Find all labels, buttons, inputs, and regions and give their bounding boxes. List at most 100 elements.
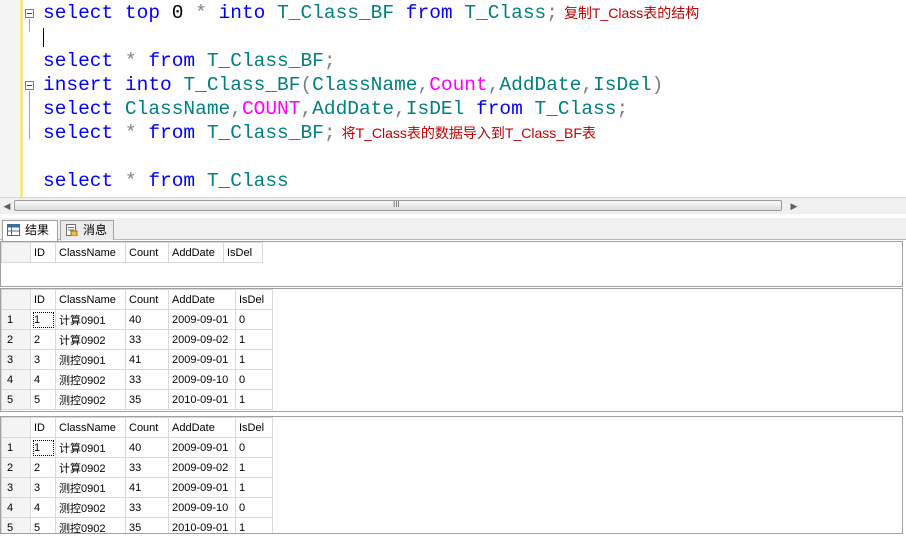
table-row[interactable]: 4 4 测控0902 33 2009-09-10 0	[1, 369, 273, 390]
table-cell[interactable]: 1	[30, 437, 56, 458]
row-number[interactable]: 2	[1, 457, 31, 478]
scrollbar-thumb[interactable]: III	[14, 200, 782, 211]
table-cell[interactable]: 5	[30, 517, 56, 533]
table-row[interactable]: 1 1 计算0901 40 2009-09-01 0	[1, 309, 273, 330]
column-header-count[interactable]: Count	[125, 417, 169, 438]
table-cell[interactable]: 35	[125, 389, 169, 410]
table-cell[interactable]: 41	[125, 477, 169, 498]
table-cell[interactable]: 2009-09-02	[168, 457, 236, 478]
table-cell[interactable]: 1	[235, 389, 273, 410]
table-cell[interactable]: 35	[125, 517, 169, 533]
row-number[interactable]: 4	[1, 497, 31, 518]
column-header-adddate[interactable]: AddDate	[168, 242, 224, 263]
results-grid-1[interactable]: ID ClassName Count AddDate IsDel	[0, 241, 903, 287]
table-cell[interactable]: 41	[125, 349, 169, 370]
table-cell[interactable]: 2009-09-10	[168, 497, 236, 518]
table-row[interactable]: 1 1 计算0901 40 2009-09-01 0	[1, 437, 273, 458]
table-cell[interactable]: 2009-09-01	[168, 437, 236, 458]
table-cell[interactable]: 1	[235, 477, 273, 498]
table-cell[interactable]: 计算0902	[55, 457, 126, 478]
column-header-count[interactable]: Count	[125, 242, 169, 263]
column-header-count[interactable]: Count	[125, 289, 169, 310]
table-cell[interactable]: 2010-09-01	[168, 517, 236, 533]
table-cell[interactable]: 0	[235, 437, 273, 458]
column-header-adddate[interactable]: AddDate	[168, 289, 236, 310]
column-header-classname[interactable]: ClassName	[55, 417, 126, 438]
table-cell[interactable]: 1	[235, 457, 273, 478]
code-line[interactable]: insert into T_Class_BF(ClassName,Count,A…	[43, 73, 663, 97]
code-line[interactable]: select * from T_Class_BF;	[43, 49, 336, 73]
table-cell[interactable]: 33	[125, 497, 169, 518]
column-header-classname[interactable]: ClassName	[55, 242, 126, 263]
table-cell[interactable]: 3	[30, 349, 56, 370]
table-cell[interactable]: 1	[30, 309, 56, 330]
column-header-id[interactable]: ID	[30, 289, 56, 310]
tab-messages[interactable]: 消息	[60, 220, 114, 240]
row-number[interactable]: 3	[1, 477, 31, 498]
row-number[interactable]: 2	[1, 329, 31, 350]
collapse-icon[interactable]	[25, 81, 34, 90]
tab-results[interactable]: 结果	[2, 220, 58, 241]
results-grid-3[interactable]: ID ClassName Count AddDate IsDel 1 1 计算090…	[0, 416, 903, 534]
column-header-id[interactable]: ID	[30, 417, 56, 438]
table-cell[interactable]: 2009-09-01	[168, 349, 236, 370]
table-row[interactable]: 2 2 计算0902 33 2009-09-02 1	[1, 457, 273, 478]
table-cell[interactable]: 4	[30, 369, 56, 390]
table-cell[interactable]: 4	[30, 497, 56, 518]
code-line[interactable]: select ClassName,COUNT,AddDate,IsDEl fro…	[43, 97, 628, 121]
column-header-isdel[interactable]: IsDel	[235, 289, 273, 310]
table-cell[interactable]: 1	[235, 349, 273, 370]
table-cell[interactable]: 33	[125, 369, 169, 390]
table-cell[interactable]: 40	[125, 437, 169, 458]
table-cell[interactable]: 测控0902	[55, 497, 126, 518]
table-cell[interactable]: 测控0902	[55, 517, 126, 533]
table-cell[interactable]: 测控0902	[55, 389, 126, 410]
row-number[interactable]: 1	[1, 309, 31, 330]
row-number[interactable]: 1	[1, 437, 31, 458]
table-cell[interactable]: 1	[235, 329, 273, 350]
column-header-isdel[interactable]: IsDel	[223, 242, 263, 263]
column-header-isdel[interactable]: IsDel	[235, 417, 273, 438]
table-cell[interactable]: 1	[235, 517, 273, 533]
row-number[interactable]: 3	[1, 349, 31, 370]
table-cell[interactable]: 33	[125, 329, 169, 350]
scroll-left-icon[interactable]: ◀	[1, 200, 13, 212]
code-line[interactable]: select top 0 * into T_Class_BF from T_Cl…	[43, 1, 699, 25]
collapse-icon[interactable]	[25, 9, 34, 18]
table-cell[interactable]: 0	[235, 309, 273, 330]
column-header-adddate[interactable]: AddDate	[168, 417, 236, 438]
code-line[interactable]: select * from T_Class	[43, 169, 289, 193]
table-cell[interactable]: 0	[235, 497, 273, 518]
code-line[interactable]: select * from T_Class_BF; 将T_Class表的数据导入到…	[43, 121, 596, 145]
table-cell[interactable]: 5	[30, 389, 56, 410]
table-cell[interactable]: 0	[235, 369, 273, 390]
table-cell[interactable]: 2009-09-01	[168, 309, 236, 330]
results-grid-2[interactable]: ID ClassName Count AddDate IsDel 1 1 计算090…	[0, 288, 903, 412]
table-cell[interactable]: 2010-09-01	[168, 389, 236, 410]
column-header-id[interactable]: ID	[30, 242, 56, 263]
table-cell[interactable]: 3	[30, 477, 56, 498]
table-cell[interactable]: 2009-09-10	[168, 369, 236, 390]
row-number[interactable]: 5	[1, 389, 31, 410]
table-cell[interactable]: 2009-09-01	[168, 477, 236, 498]
table-cell[interactable]: 2009-09-02	[168, 329, 236, 350]
table-row[interactable]: 3 3 测控0901 41 2009-09-01 1	[1, 349, 273, 370]
scroll-right-icon[interactable]: ▶	[788, 200, 800, 212]
row-number[interactable]: 4	[1, 369, 31, 390]
sql-editor[interactable]: select top 0 * into T_Class_BF from T_Cl…	[0, 0, 906, 199]
table-row[interactable]: 3 3 测控0901 41 2009-09-01 1	[1, 477, 273, 498]
table-cell[interactable]: 33	[125, 457, 169, 478]
table-row[interactable]: 5 5 测控0902 35 2010-09-01 1	[1, 517, 273, 533]
table-cell[interactable]: 测控0901	[55, 349, 126, 370]
table-cell[interactable]: 40	[125, 309, 169, 330]
table-row[interactable]: 4 4 测控0902 33 2009-09-10 0	[1, 497, 273, 518]
table-cell[interactable]: 2	[30, 457, 56, 478]
row-number[interactable]: 5	[1, 517, 31, 533]
table-row[interactable]: 5 5 测控0902 35 2010-09-01 1	[1, 389, 273, 410]
table-cell[interactable]: 测控0902	[55, 369, 126, 390]
table-cell[interactable]: 测控0901	[55, 477, 126, 498]
table-cell[interactable]: 计算0901	[55, 309, 126, 330]
table-cell[interactable]: 2	[30, 329, 56, 350]
column-header-classname[interactable]: ClassName	[55, 289, 126, 310]
editor-horizontal-scrollbar[interactable]: ◀ III ▶	[0, 197, 906, 214]
